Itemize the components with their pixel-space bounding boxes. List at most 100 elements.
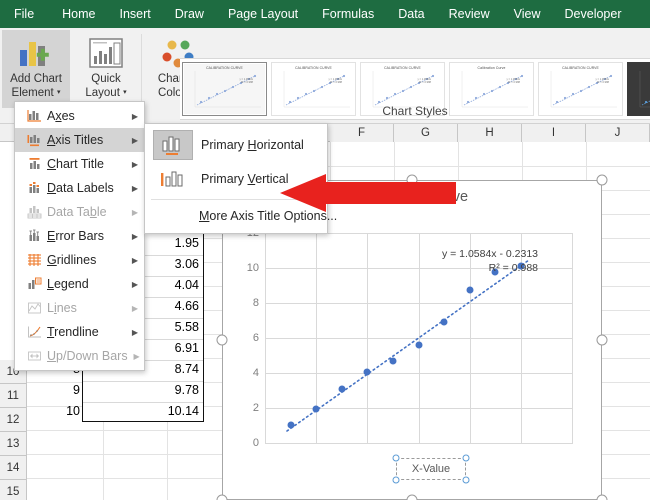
menu-item-updown-bars-label: Up/Down Bars <box>47 349 128 363</box>
row-header-11[interactable]: 11 <box>0 384 27 408</box>
data-point[interactable] <box>440 318 448 326</box>
menu-item-legend-label: Legend <box>47 277 89 291</box>
chevron-down-icon[interactable]: ▾ <box>123 89 127 96</box>
data-point[interactable] <box>466 286 474 294</box>
chart-handle-bottom-center[interactable] <box>406 494 418 500</box>
axis-title-handle-tl[interactable] <box>392 454 400 462</box>
axis-title-handle-tr[interactable] <box>462 454 470 462</box>
chart-handle-bottom-left[interactable] <box>216 494 228 500</box>
menu-item-axis-titles[interactable]: Axis Titles ▶ <box>15 128 144 152</box>
menu-item-error-bars-label: Error Bars <box>47 229 104 243</box>
submenu-item-primary-horizontal[interactable]: Primary Horizontal <box>145 128 327 162</box>
cell-value[interactable]: 10 <box>66 399 80 423</box>
axis-title-handle-br[interactable] <box>462 476 470 484</box>
menu-item-chart-title[interactable]: Chart Title ▶ <box>15 152 144 176</box>
tab-developer[interactable]: Developer <box>553 0 634 28</box>
tab-review[interactable]: Review <box>437 0 502 28</box>
menu-item-legend[interactable]: Legend ▶ <box>15 272 144 296</box>
tab-view[interactable]: View <box>502 0 553 28</box>
menu-item-data-labels[interactable]: Data Labels ▶ <box>15 176 144 200</box>
svg-text:R² = 0.988: R² = 0.988 <box>508 80 521 84</box>
add-chart-element-label-2: Element ▾ <box>10 86 63 100</box>
menu-item-axes-label: Axes <box>47 109 75 123</box>
data-point[interactable] <box>415 341 423 349</box>
trendline-icon <box>21 322 47 342</box>
add-chart-element-button[interactable]: Add Chart Element ▾ <box>2 30 70 108</box>
menu-item-axes[interactable]: Axes ▶ <box>15 104 144 128</box>
x-axis-title[interactable]: X-Value <box>396 458 466 480</box>
column-header-g[interactable]: G <box>394 124 458 142</box>
add-chart-element-icon <box>18 34 54 72</box>
menu-item-trendline[interactable]: Trendline ▶ <box>15 320 144 344</box>
row-header-14[interactable]: 14 <box>0 456 27 480</box>
menu-item-axis-titles-label: Axis Titles <box>47 133 104 147</box>
menu-item-lines-label: Lines <box>47 301 77 315</box>
quick-layout-label-1: Quick <box>91 73 121 85</box>
annotation-arrow-icon <box>280 174 456 212</box>
chevron-right-icon: ▶ <box>131 255 139 265</box>
y-axis-tick-4: 4 <box>252 367 259 379</box>
trendline-equation-label[interactable]: y = 1.0584x - 0.2313 <box>363 247 538 261</box>
trendline-r2-label[interactable]: R² = 0.988 <box>363 261 538 275</box>
data-point[interactable] <box>389 357 397 365</box>
menu-item-trendline-label: Trendline <box>47 325 99 339</box>
column-header-i[interactable]: I <box>522 124 586 142</box>
ribbon-group-divider <box>141 34 142 106</box>
axis-title-handle-bl[interactable] <box>392 476 400 484</box>
updown-bars-icon <box>21 346 47 366</box>
gridlines-icon <box>21 250 47 270</box>
add-chart-element-menu[interactable]: Axes ▶ Axis Titles ▶ Chart Title ▶ Data … <box>14 101 145 371</box>
column-header-f[interactable]: F <box>330 124 394 142</box>
chevron-right-icon: ▶ <box>131 303 139 313</box>
cell-value[interactable]: 10.14 <box>168 399 199 423</box>
data-labels-icon <box>21 178 47 198</box>
quick-layout-label-2: Layout ▾ <box>83 86 128 100</box>
quick-layout-icon <box>89 34 123 72</box>
chart-title-icon <box>21 154 47 174</box>
excel-window: File Home Insert Draw Page Layout Formul… <box>0 0 650 500</box>
tab-formulas[interactable]: Formulas <box>310 0 386 28</box>
tab-insert[interactable]: Insert <box>108 0 163 28</box>
tab-draw[interactable]: Draw <box>163 0 216 28</box>
tab-home[interactable]: Home <box>50 0 107 28</box>
chevron-right-icon: ▶ <box>131 327 139 337</box>
error-bars-icon <box>21 226 47 246</box>
data-point[interactable] <box>338 385 346 393</box>
menu-item-gridlines[interactable]: Gridlines ▶ <box>15 248 144 272</box>
y-axis-tick-0: 0 <box>252 437 259 449</box>
data-point[interactable] <box>363 368 371 376</box>
row-header-13[interactable]: 13 <box>0 432 27 456</box>
svg-text:R² = 0.988: R² = 0.988 <box>597 80 610 84</box>
chevron-right-icon: ▶ <box>131 183 139 193</box>
primary-vertical-icon <box>153 164 193 194</box>
y-axis-tick-6: 6 <box>252 332 259 344</box>
data-point[interactable] <box>287 421 295 429</box>
column-header-h[interactable]: H <box>458 124 522 142</box>
column-header-j[interactable]: J <box>586 124 650 142</box>
chart-handle-bottom-right[interactable] <box>596 494 608 500</box>
tab-data[interactable]: Data <box>386 0 436 28</box>
chart-handle-middle-left[interactable] <box>216 334 228 346</box>
menu-item-lines[interactable]: Lines ▶ <box>15 296 144 320</box>
add-chart-element-label-1: Add Chart <box>10 73 62 85</box>
chart-handle-middle-right[interactable] <box>596 334 608 346</box>
y-axis-tick-2: 2 <box>252 402 259 414</box>
add-chart-element-label-2-text: Element <box>11 87 54 100</box>
chevron-right-icon: ▶ <box>131 135 139 145</box>
menu-item-updown-bars[interactable]: Up/Down Bars ▶ <box>15 344 144 368</box>
row-header-15[interactable]: 15 <box>0 480 27 500</box>
chevron-down-icon[interactable]: ▾ <box>57 89 61 96</box>
data-point[interactable] <box>312 405 320 413</box>
chevron-right-icon: ▶ <box>131 207 139 217</box>
chart-handle-top-right[interactable] <box>596 174 608 186</box>
quick-layout-label-2-text: Layout <box>85 87 120 100</box>
y-axis-tick-10: 10 <box>246 262 259 274</box>
menu-item-error-bars[interactable]: Error Bars ▶ <box>15 224 144 248</box>
menu-item-data-table[interactable]: Data Table ▶ <box>15 200 144 224</box>
submenu-item-primary-horizontal-label: Primary Horizontal <box>201 138 304 152</box>
row-header-12[interactable]: 12 <box>0 408 27 432</box>
quick-layout-button[interactable]: Quick Layout ▾ <box>72 30 140 108</box>
tab-file[interactable]: File <box>0 0 50 28</box>
tab-page-layout[interactable]: Page Layout <box>216 0 310 28</box>
chevron-right-icon: ▶ <box>131 159 139 169</box>
